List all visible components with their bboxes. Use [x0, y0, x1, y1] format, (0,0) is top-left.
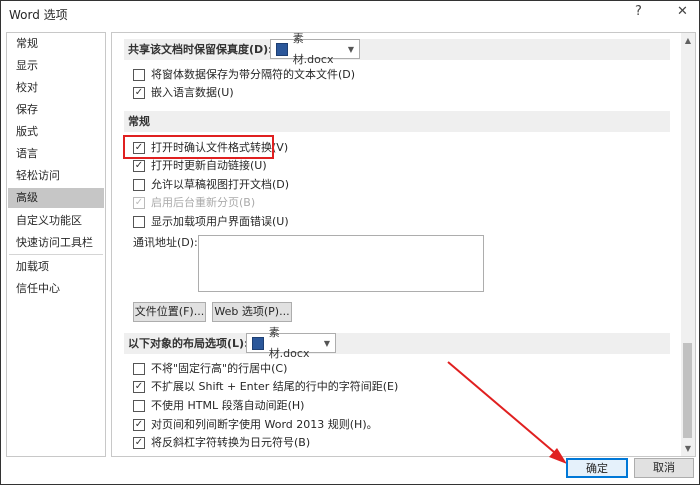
annotation-arrow-icon	[447, 361, 567, 464]
word-options-dialog: Word 选项 ? ✕ 常规 显示 校对 保存 版式 语言 轻松访问 高级 自定…	[0, 0, 700, 485]
cancel-button[interactable]: 取消	[634, 458, 694, 478]
ok-button[interactable]: 确定	[566, 458, 628, 478]
